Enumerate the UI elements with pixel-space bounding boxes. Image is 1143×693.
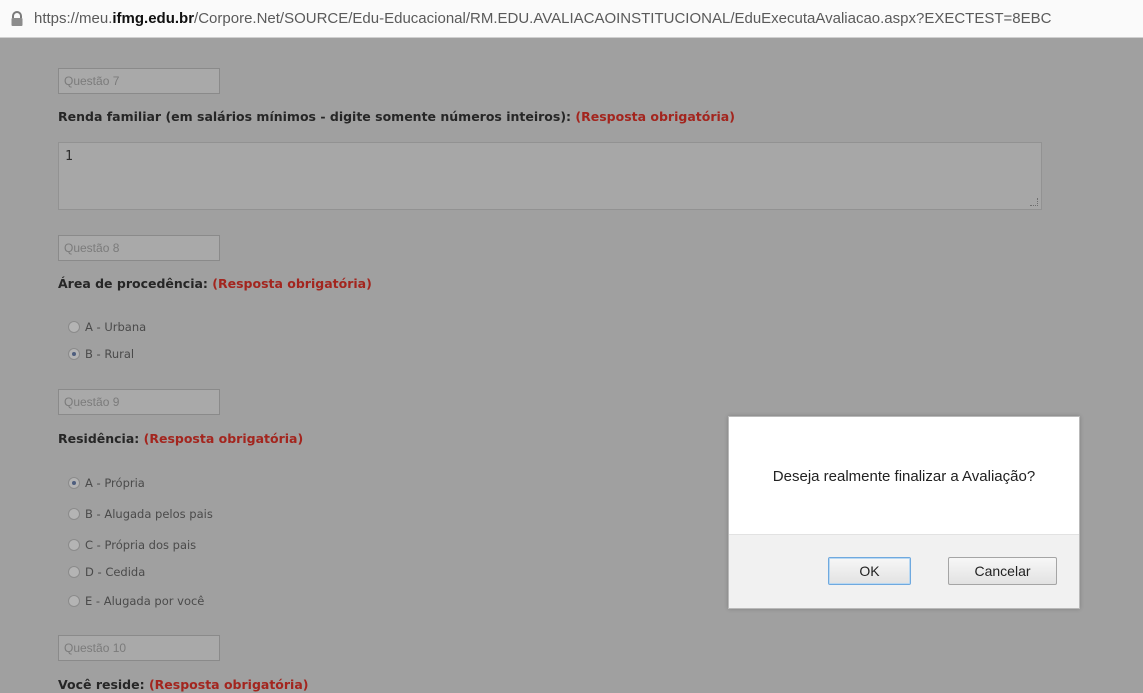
ok-button[interactable]: OK — [828, 557, 911, 585]
question-title-8: Área de procedência: (Resposta obrigatór… — [58, 276, 372, 291]
option-propria-pais-label: C - Própria dos pais — [85, 538, 197, 552]
url-text: https://meu.ifmg.edu.br/Corpore.Net/SOUR… — [34, 10, 1051, 27]
option-cedida-label: D - Cedida — [85, 565, 146, 579]
required-label-10: (Resposta obrigatória) — [148, 677, 309, 692]
option-cedida[interactable]: D - Cedida — [68, 565, 145, 579]
cancel-button[interactable]: Cancelar — [948, 557, 1057, 585]
question-number-10: Questão 10 — [58, 635, 220, 661]
resize-grip-icon[interactable] — [1030, 198, 1038, 206]
question-title-7-text: Renda familiar (em salários mínimos - di… — [58, 109, 576, 124]
question-number-8: Questão 8 — [58, 235, 220, 261]
radio-alugada-pais[interactable] — [68, 508, 80, 520]
option-propria-pais[interactable]: C - Própria dos pais — [68, 538, 196, 552]
dialog-footer: OK Cancelar — [729, 534, 1079, 608]
required-label-7: (Resposta obrigatória) — [575, 109, 735, 124]
radio-cedida[interactable] — [68, 566, 80, 578]
option-propria[interactable]: A - Própria — [68, 476, 145, 490]
url-host: ifmg.edu.br — [112, 10, 195, 27]
question-title-9: Residência: (Resposta obrigatória) — [58, 431, 303, 446]
question-number-9: Questão 9 — [58, 389, 220, 415]
radio-urbana[interactable] — [68, 321, 80, 333]
question-title-10: Você reside: (Resposta obrigatória) — [58, 677, 309, 692]
required-label-8: (Resposta obrigatória) — [212, 276, 372, 291]
option-alugada-pais-label: B - Alugada pelos pais — [85, 507, 213, 521]
income-textarea[interactable]: 1 — [58, 142, 1042, 210]
question-title-7: Renda familiar (em salários mínimos - di… — [58, 109, 735, 124]
radio-rural[interactable] — [68, 348, 80, 360]
question-title-8-text: Área de procedência: — [58, 276, 213, 291]
url-path: /Corpore.Net/SOURCE/Edu-Educacional/RM.E… — [194, 10, 1052, 27]
option-urbana[interactable]: A - Urbana — [68, 320, 146, 334]
option-alugada-voce[interactable]: E - Alugada por você — [68, 594, 204, 608]
address-bar[interactable]: https://meu.ifmg.edu.br/Corpore.Net/SOUR… — [0, 0, 1143, 38]
lock-icon — [6, 8, 28, 30]
radio-alugada-voce[interactable] — [68, 595, 80, 607]
option-propria-label: A - Própria — [85, 476, 145, 490]
question-number-7: Questão 7 — [58, 68, 220, 94]
option-alugada-voce-label: E - Alugada por você — [85, 594, 205, 608]
dialog-message: Deseja realmente finalizar a Avaliação? — [772, 468, 1036, 485]
required-label-9: (Resposta obrigatória) — [143, 431, 304, 446]
option-urbana-label: A - Urbana — [85, 320, 147, 334]
option-alugada-pais[interactable]: B - Alugada pelos pais — [68, 507, 213, 521]
question-title-9-text: Residência: — [58, 431, 144, 446]
radio-propria[interactable] — [68, 477, 80, 489]
question-title-10-text: Você reside: — [58, 677, 149, 692]
income-value: 1 — [65, 149, 73, 164]
option-rural-label: B - Rural — [85, 347, 135, 361]
radio-propria-pais[interactable] — [68, 539, 80, 551]
option-rural[interactable]: B - Rural — [68, 347, 134, 361]
confirm-dialog: Deseja realmente finalizar a Avaliação? … — [728, 416, 1080, 609]
url-prefix: https://meu. — [34, 10, 113, 27]
